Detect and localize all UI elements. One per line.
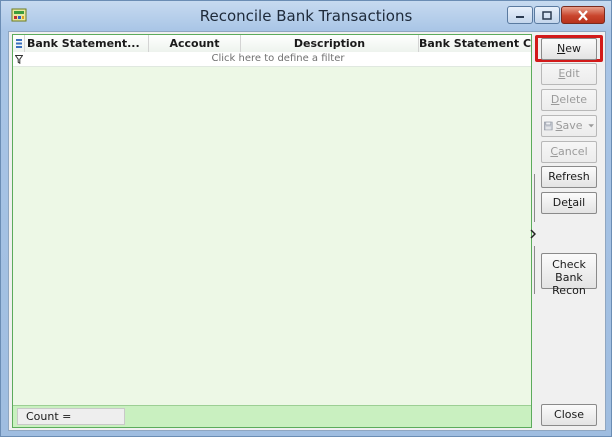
floppy-disk-icon [544, 121, 553, 131]
detail-button[interactable]: Detail [541, 192, 597, 214]
filter-row[interactable]: Click here to define a filter [13, 52, 531, 67]
column-header-bank-statement[interactable]: Bank Statement... [25, 35, 149, 52]
minimize-icon [516, 16, 524, 18]
column-chooser[interactable] [13, 35, 25, 52]
refresh-button[interactable]: Refresh [541, 166, 597, 188]
filter-hint[interactable]: Click here to define a filter [25, 52, 531, 66]
maximize-button[interactable] [534, 6, 560, 24]
new-button[interactable]: New [541, 38, 597, 60]
cancel-button[interactable]: Cancel [541, 141, 597, 163]
panel-splitter[interactable] [530, 174, 537, 294]
column-header-account[interactable]: Account [149, 35, 241, 52]
funnel-icon [13, 52, 25, 66]
check-bank-recon-line1: Check [552, 258, 586, 271]
save-button[interactable]: Save [541, 115, 597, 137]
transactions-grid: Bank Statement... Account Description Ba… [12, 34, 532, 428]
close-window-button[interactable] [561, 6, 605, 24]
close-icon [578, 9, 588, 21]
edit-button[interactable]: Edit [541, 63, 597, 85]
minimize-button[interactable] [507, 6, 533, 24]
column-chooser-icon [15, 39, 22, 48]
check-bank-recon-button[interactable]: Check Bank Recon [541, 253, 597, 297]
reconcile-window: Reconcile Bank Transactions Bank Stateme… [0, 0, 612, 437]
check-bank-recon-line2: Bank Recon [552, 271, 586, 297]
grid-header: Bank Statement... Account Description Ba… [13, 35, 531, 53]
chevron-down-icon [587, 124, 594, 128]
column-header-description[interactable]: Description [241, 35, 419, 52]
count-label: Count = [17, 408, 125, 425]
title-bar: Reconcile Bank Transactions [1, 1, 611, 31]
window-client: Bank Statement... Account Description Ba… [8, 31, 606, 431]
action-panel: New Edit Delete Save Cancel Refresh Deta… [535, 32, 605, 430]
close-button[interactable]: Close [541, 404, 597, 426]
delete-button[interactable]: Delete [541, 89, 597, 111]
maximize-icon [542, 10, 552, 20]
grid-footer: Count = [13, 405, 531, 427]
column-header-bank-statement-closing[interactable]: Bank Statement Clo... [419, 35, 531, 52]
